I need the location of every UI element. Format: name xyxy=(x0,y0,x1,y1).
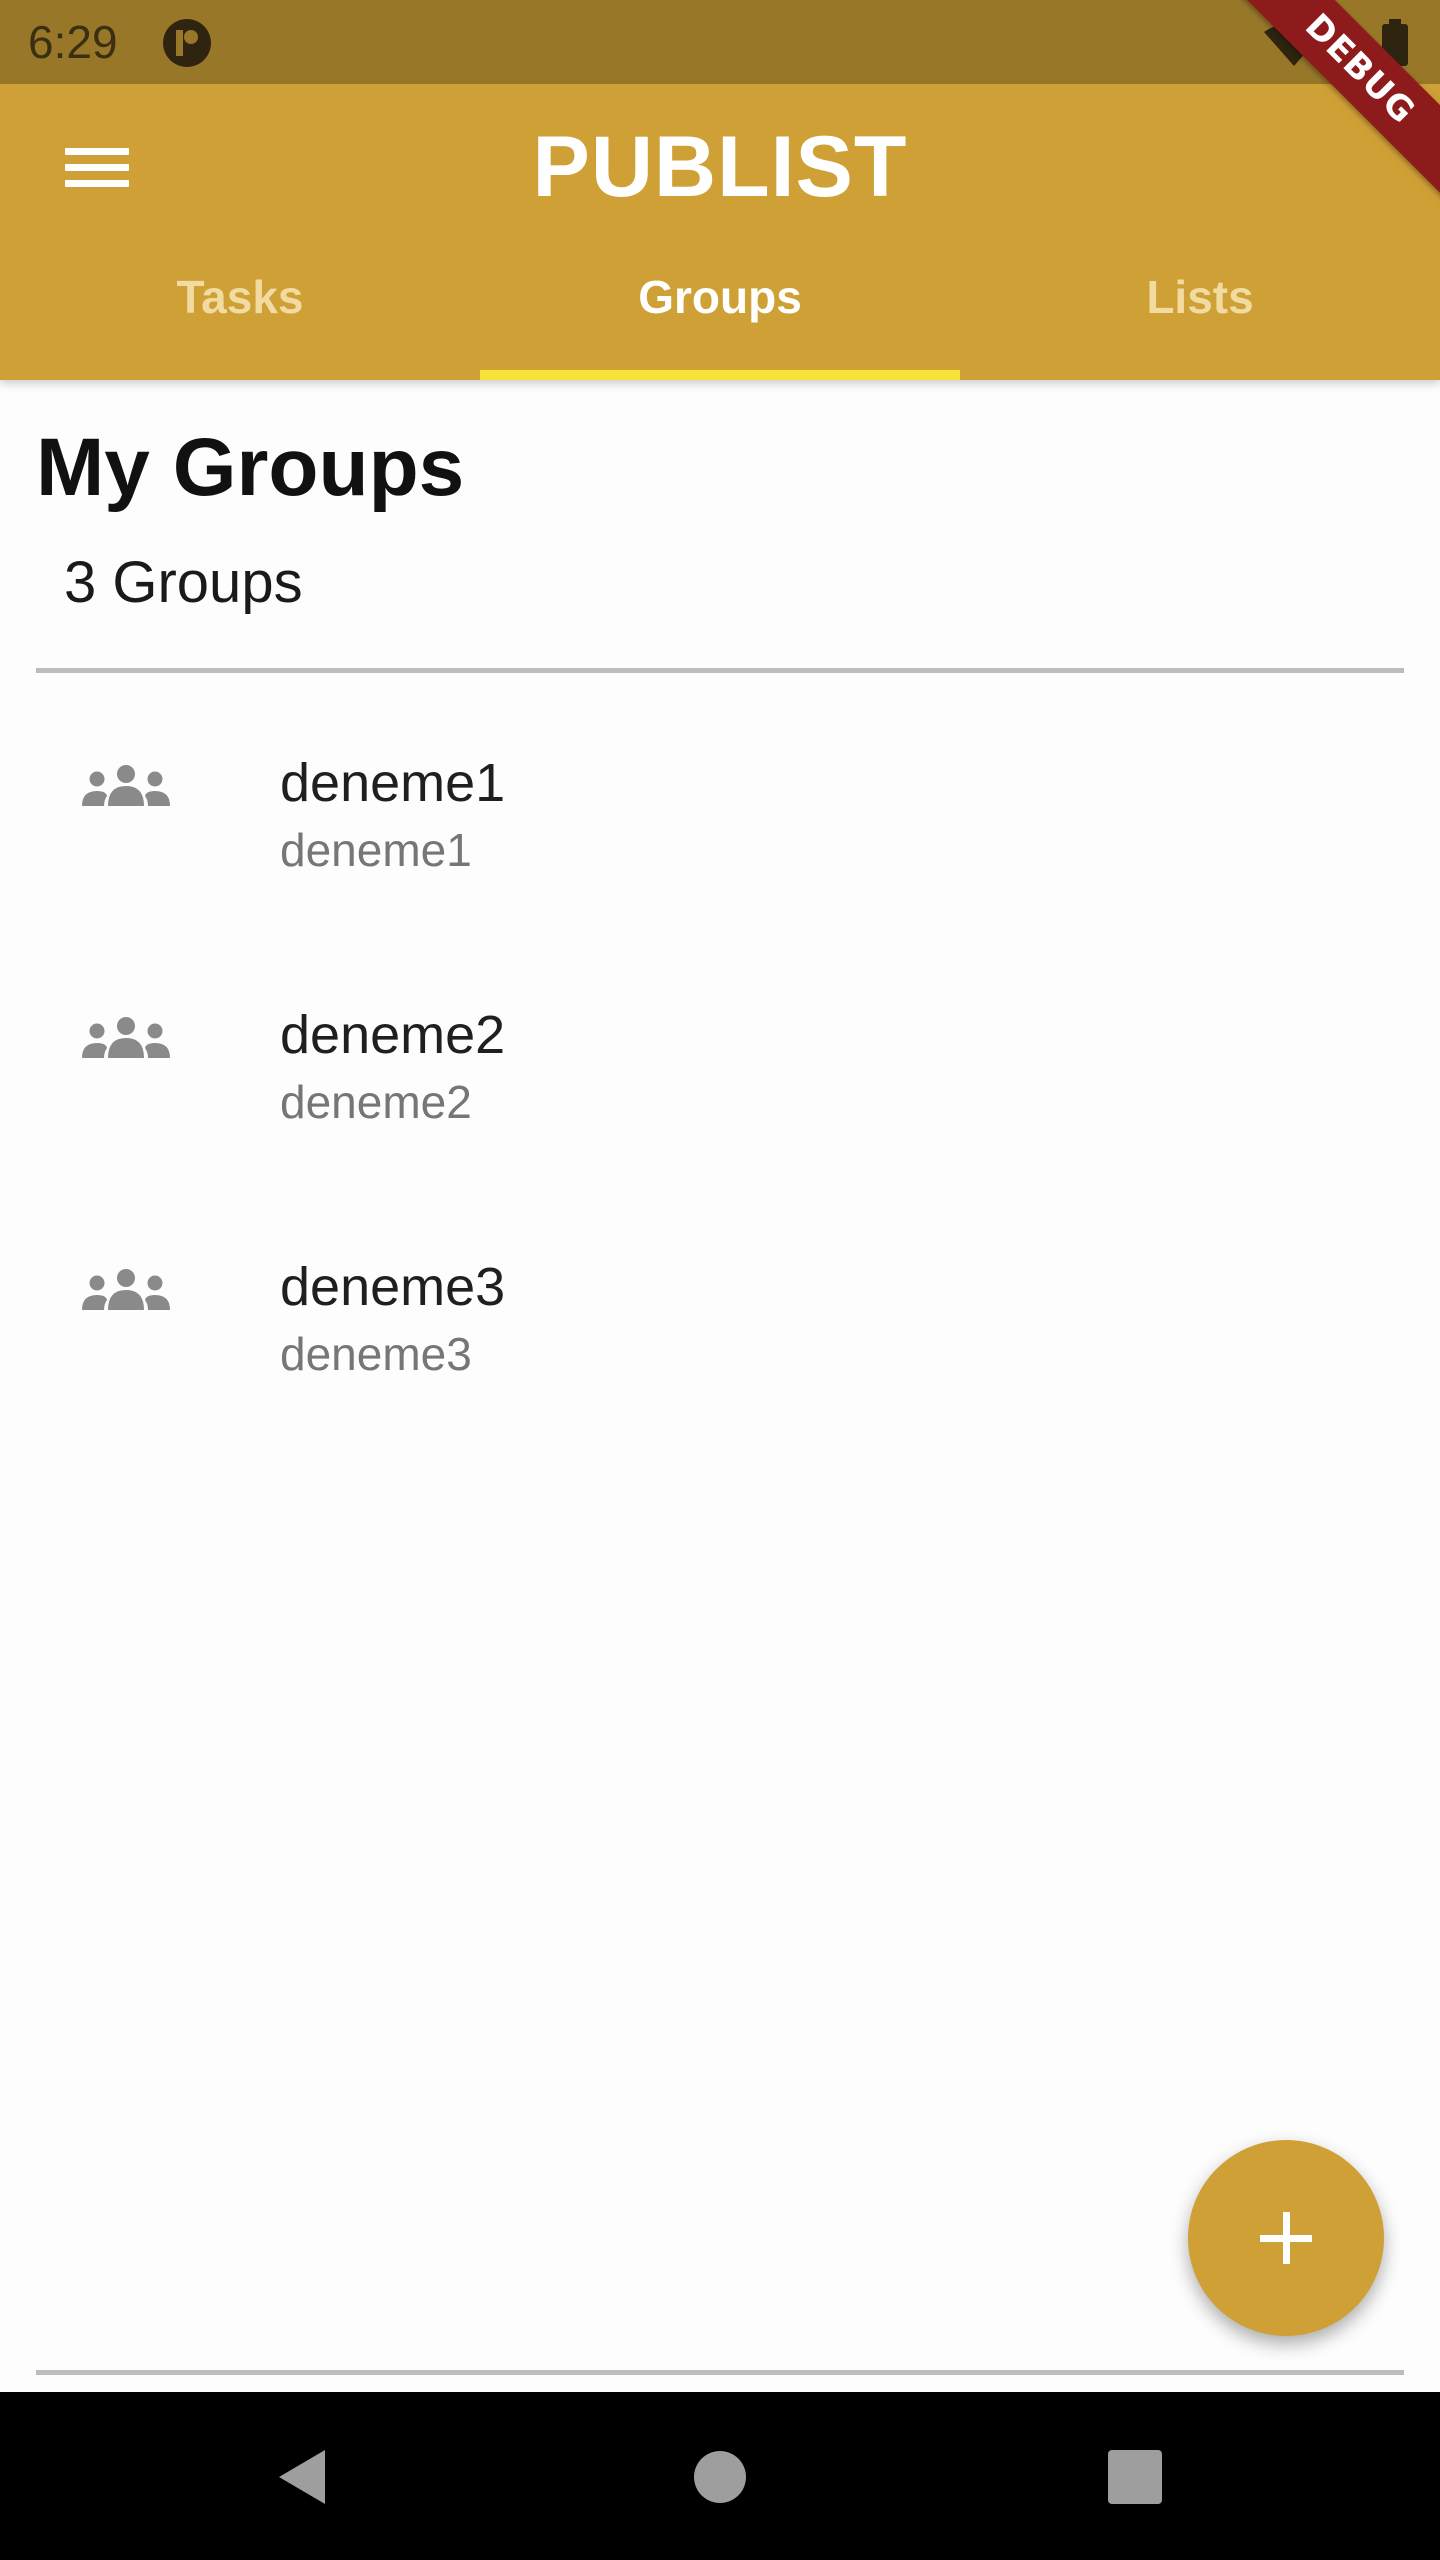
group-icon xyxy=(82,1269,170,1310)
home-icon[interactable] xyxy=(685,2442,755,2512)
group-subtitle: deneme2 xyxy=(280,1076,472,1128)
add-group-button[interactable] xyxy=(1188,2140,1384,2336)
tab-bar: Tasks Groups Lists xyxy=(0,244,1440,380)
group-list: deneme1 deneme1 deneme2 deneme2 deneme3 … xyxy=(0,700,1440,1456)
tab-label: Lists xyxy=(1146,271,1254,323)
tab-tasks[interactable]: Tasks xyxy=(0,244,480,380)
group-name: deneme1 xyxy=(280,753,506,813)
back-icon[interactable] xyxy=(267,2442,337,2512)
group-name: deneme2 xyxy=(280,1005,506,1065)
bottom-divider xyxy=(36,2370,1404,2375)
status-bar: 6:29 xyxy=(0,0,1440,84)
app-bar: PUBLIST Tasks Groups Lists xyxy=(0,84,1440,380)
group-name: deneme3 xyxy=(280,1257,506,1317)
tab-label: Tasks xyxy=(176,271,304,323)
tab-label: Groups xyxy=(638,271,802,323)
recents-icon[interactable] xyxy=(1100,2442,1170,2512)
tab-lists[interactable]: Lists xyxy=(960,244,1440,380)
group-count: 3 Groups xyxy=(64,550,303,615)
group-subtitle: deneme1 xyxy=(280,824,472,876)
group-icon xyxy=(82,1017,170,1058)
app-notification-icon xyxy=(163,19,211,67)
list-item[interactable]: deneme3 deneme3 xyxy=(0,1204,1440,1456)
status-time: 6:29 xyxy=(28,16,118,68)
tab-groups[interactable]: Groups xyxy=(480,244,960,380)
list-item[interactable]: deneme1 deneme1 xyxy=(0,700,1440,952)
app-title: PUBLIST xyxy=(532,119,908,215)
page-title: My Groups xyxy=(36,422,465,513)
divider xyxy=(36,668,1404,673)
tab-indicator xyxy=(480,370,960,380)
navigation-bar xyxy=(0,2392,1440,2560)
group-subtitle: deneme3 xyxy=(280,1328,472,1380)
group-icon xyxy=(82,765,170,806)
list-item[interactable]: deneme2 deneme2 xyxy=(0,952,1440,1204)
